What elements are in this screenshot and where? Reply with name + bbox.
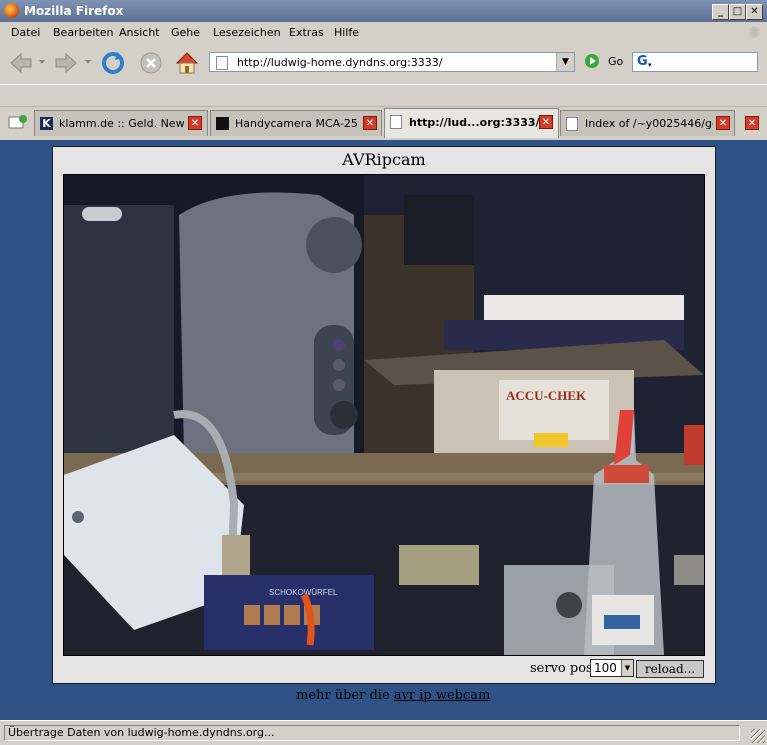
menu-lesezeichen[interactable]: Lesezeichen [213, 26, 281, 39]
home-icon[interactable] [174, 50, 200, 76]
menu-gehe[interactable]: Gehe [171, 26, 200, 39]
webcam-photo: ACCU-CHEK SCHOKOWÜRFEL [64, 175, 704, 655]
firefox-icon [4, 3, 19, 18]
tab-close-icon[interactable]: ✕ [539, 115, 553, 129]
menu-bearbeiten[interactable]: Bearbeiten [53, 26, 113, 39]
status-text: Übertrage Daten von ludwig-home.dyndns.o… [4, 725, 740, 741]
url-dropdown-icon[interactable]: ▼ [556, 53, 574, 71]
svg-text:ACCU-CHEK: ACCU-CHEK [506, 388, 587, 403]
servo-pos-value[interactable]: 100 [594, 661, 617, 675]
more-info-prefix: mehr über die [296, 688, 390, 703]
menu-hilfe[interactable]: Hilfe [334, 26, 359, 39]
menu-ansicht[interactable]: Ansicht [119, 26, 160, 39]
tab-index[interactable]: Index of /~y0025446/gem ✕ [560, 110, 735, 136]
go-icon[interactable] [585, 54, 599, 68]
close-tab-button[interactable]: ✕ [745, 116, 759, 130]
servo-pos-label: servo pos: [530, 661, 598, 676]
black-favicon-icon [216, 117, 229, 130]
new-tab-icon[interactable] [8, 114, 28, 130]
url-bar[interactable]: http://ludwig-home.dyndns.org:3333/ ▼ [209, 52, 575, 72]
more-info-line: mehr über die avr ip webcam [296, 688, 490, 703]
back-arrow-icon[interactable] [8, 50, 34, 76]
tab-label: klamm.de :: Geld. News.... [59, 117, 184, 130]
tab-close-icon[interactable]: ✕ [188, 116, 202, 130]
throbber-icon: ✺ [747, 23, 761, 42]
klamm-favicon-icon: K [40, 117, 53, 130]
avr-ip-webcam-link[interactable]: avr ip webcam [394, 688, 491, 703]
servo-pos-select[interactable]: 100 ▼ [590, 659, 634, 677]
page-title: AVRipcam [342, 150, 426, 169]
status-bar: Übertrage Daten von ludwig-home.dyndns.o… [0, 720, 767, 745]
engine-dropdown-icon[interactable]: ▾ [648, 61, 652, 69]
page-icon [216, 56, 228, 70]
forward-history-dropdown-icon[interactable] [84, 58, 92, 66]
webcam-image: ACCU-CHEK SCHOKOWÜRFEL [63, 174, 705, 656]
url-text[interactable]: http://ludwig-home.dyndns.org:3333/ [237, 56, 443, 69]
close-window-button[interactable]: ✕ [746, 4, 763, 20]
tab-handycamera[interactable]: Handycamera MCA-25 a... ✕ [210, 110, 382, 136]
window-titlebar: Mozilla Firefox _ □ ✕ [0, 0, 767, 22]
page-icon [566, 117, 578, 131]
tab-avripcam[interactable]: http://lud...org:3333/ ✕ [384, 108, 559, 138]
google-search-engine-icon[interactable]: G [637, 54, 648, 69]
page-icon [390, 115, 402, 129]
menu-extras[interactable]: Extras [289, 26, 324, 39]
maximize-button[interactable]: □ [729, 4, 746, 20]
resize-grip-icon[interactable] [751, 729, 765, 743]
chevron-down-icon[interactable]: ▼ [621, 660, 633, 676]
forward-arrow-icon[interactable] [53, 50, 79, 76]
go-label[interactable]: Go [608, 55, 623, 68]
window-title: Mozilla Firefox [24, 4, 124, 18]
tab-label: Handycamera MCA-25 a... [235, 117, 360, 130]
menu-datei[interactable]: Datei [11, 26, 40, 39]
bookmarks-toolbar [0, 84, 767, 107]
reload-icon[interactable] [100, 50, 126, 76]
search-box[interactable]: G ▾ [632, 52, 758, 72]
tab-close-icon[interactable]: ✕ [363, 116, 377, 130]
stop-icon[interactable] [138, 50, 164, 76]
back-history-dropdown-icon[interactable] [38, 58, 46, 66]
menu-bar: Datei Bearbeiten Ansicht Gehe Lesezeiche… [0, 22, 767, 42]
tab-close-icon[interactable]: ✕ [716, 116, 730, 130]
reload-button[interactable]: reload... [636, 660, 704, 678]
tab-label: Index of /~y0025446/gem [585, 117, 713, 130]
tab-klamm[interactable]: K klamm.de :: Geld. News.... ✕ [34, 110, 208, 136]
minimize-button[interactable]: _ [712, 4, 729, 20]
tab-label: http://lud...org:3333/ [409, 116, 539, 129]
